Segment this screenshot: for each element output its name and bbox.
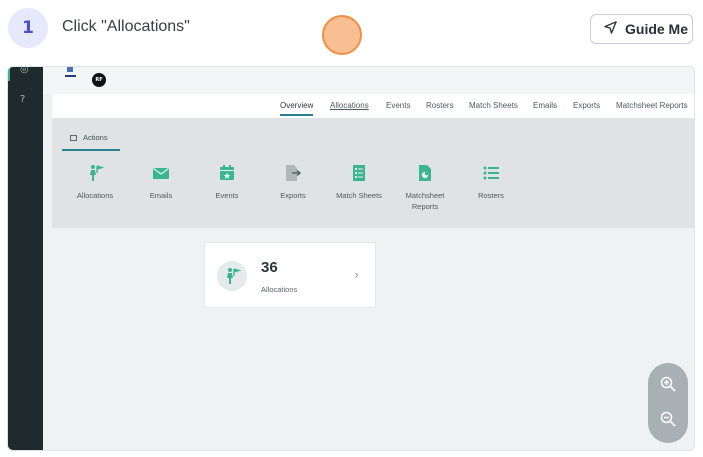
step-instruction: Click "Allocations" — [62, 18, 190, 35]
app-screenshot: ◎ ? RF Overview Allocations Events Roste… — [7, 66, 695, 451]
action-label: Matchsheet Reports — [405, 191, 445, 211]
sidebar: ◎ ? — [8, 67, 43, 450]
tab-allocations[interactable]: Allocations — [330, 101, 369, 110]
person-flag-icon — [217, 261, 247, 291]
action-label: Emails — [149, 191, 173, 200]
action-exports[interactable]: Exports — [260, 164, 326, 201]
action-allocations[interactable]: Allocations — [62, 164, 128, 201]
action-label: Events — [215, 191, 239, 200]
action-label: Allocations — [76, 191, 114, 200]
guide-me-button[interactable]: Guide Me — [590, 14, 693, 44]
zoom-controls — [648, 363, 688, 443]
action-label: Rosters — [478, 191, 504, 200]
club-logo-icon — [64, 67, 78, 79]
tab-matchsheet-reports[interactable]: Matchsheet Reports — [616, 101, 688, 110]
action-emails[interactable]: Emails — [128, 164, 194, 201]
report-icon — [392, 164, 458, 182]
export-icon — [260, 164, 326, 182]
action-events[interactable]: Events — [194, 164, 260, 201]
tab-events[interactable]: Events — [386, 101, 410, 110]
stat-value: 36 — [261, 259, 278, 276]
help-icon[interactable]: ? — [20, 94, 25, 105]
list-icon — [458, 164, 524, 182]
action-rosters[interactable]: Rosters — [458, 164, 524, 201]
tab-overview[interactable]: Overview — [280, 101, 314, 116]
action-matchsheet-reports[interactable]: Matchsheet Reports — [392, 164, 458, 212]
avatar[interactable]: RF — [92, 73, 106, 87]
calendar-icon — [194, 164, 260, 182]
action-label: Exports — [280, 191, 306, 200]
guide-me-label: Guide Me — [625, 21, 689, 37]
zoom-in-icon[interactable] — [659, 375, 677, 393]
envelope-icon — [128, 164, 194, 182]
step-number-badge: 1 — [8, 8, 48, 48]
allocations-stat-card[interactable]: 36 Allocations › — [204, 242, 376, 308]
actions-tab-icon — [70, 134, 77, 141]
chevron-right-icon: › — [354, 268, 359, 282]
stat-label: Allocations — [261, 285, 298, 294]
sidebar-active-indicator — [8, 67, 10, 81]
actions-panel: Actions Allocations Emails Events Export… — [52, 118, 694, 228]
action-label: Match Sheets — [336, 191, 382, 200]
settings-icon[interactable]: ◎ — [20, 67, 29, 75]
tab-exports[interactable]: Exports — [573, 101, 600, 110]
sheet-icon — [326, 164, 392, 182]
tab-rosters[interactable]: Rosters — [426, 101, 454, 110]
top-navigation: Overview Allocations Events Rosters Matc… — [52, 94, 694, 118]
click-target-highlight — [322, 15, 362, 55]
navigation-arrow-icon — [603, 20, 618, 38]
actions-tab[interactable]: Actions — [62, 126, 120, 151]
zoom-out-icon[interactable] — [659, 410, 677, 428]
tab-emails[interactable]: Emails — [533, 101, 557, 110]
action-match-sheets[interactable]: Match Sheets — [326, 164, 392, 201]
person-flag-icon — [62, 164, 128, 182]
actions-tab-label: Actions — [83, 133, 108, 142]
top-strip — [43, 67, 694, 94]
tab-match-sheets[interactable]: Match Sheets — [469, 101, 518, 110]
